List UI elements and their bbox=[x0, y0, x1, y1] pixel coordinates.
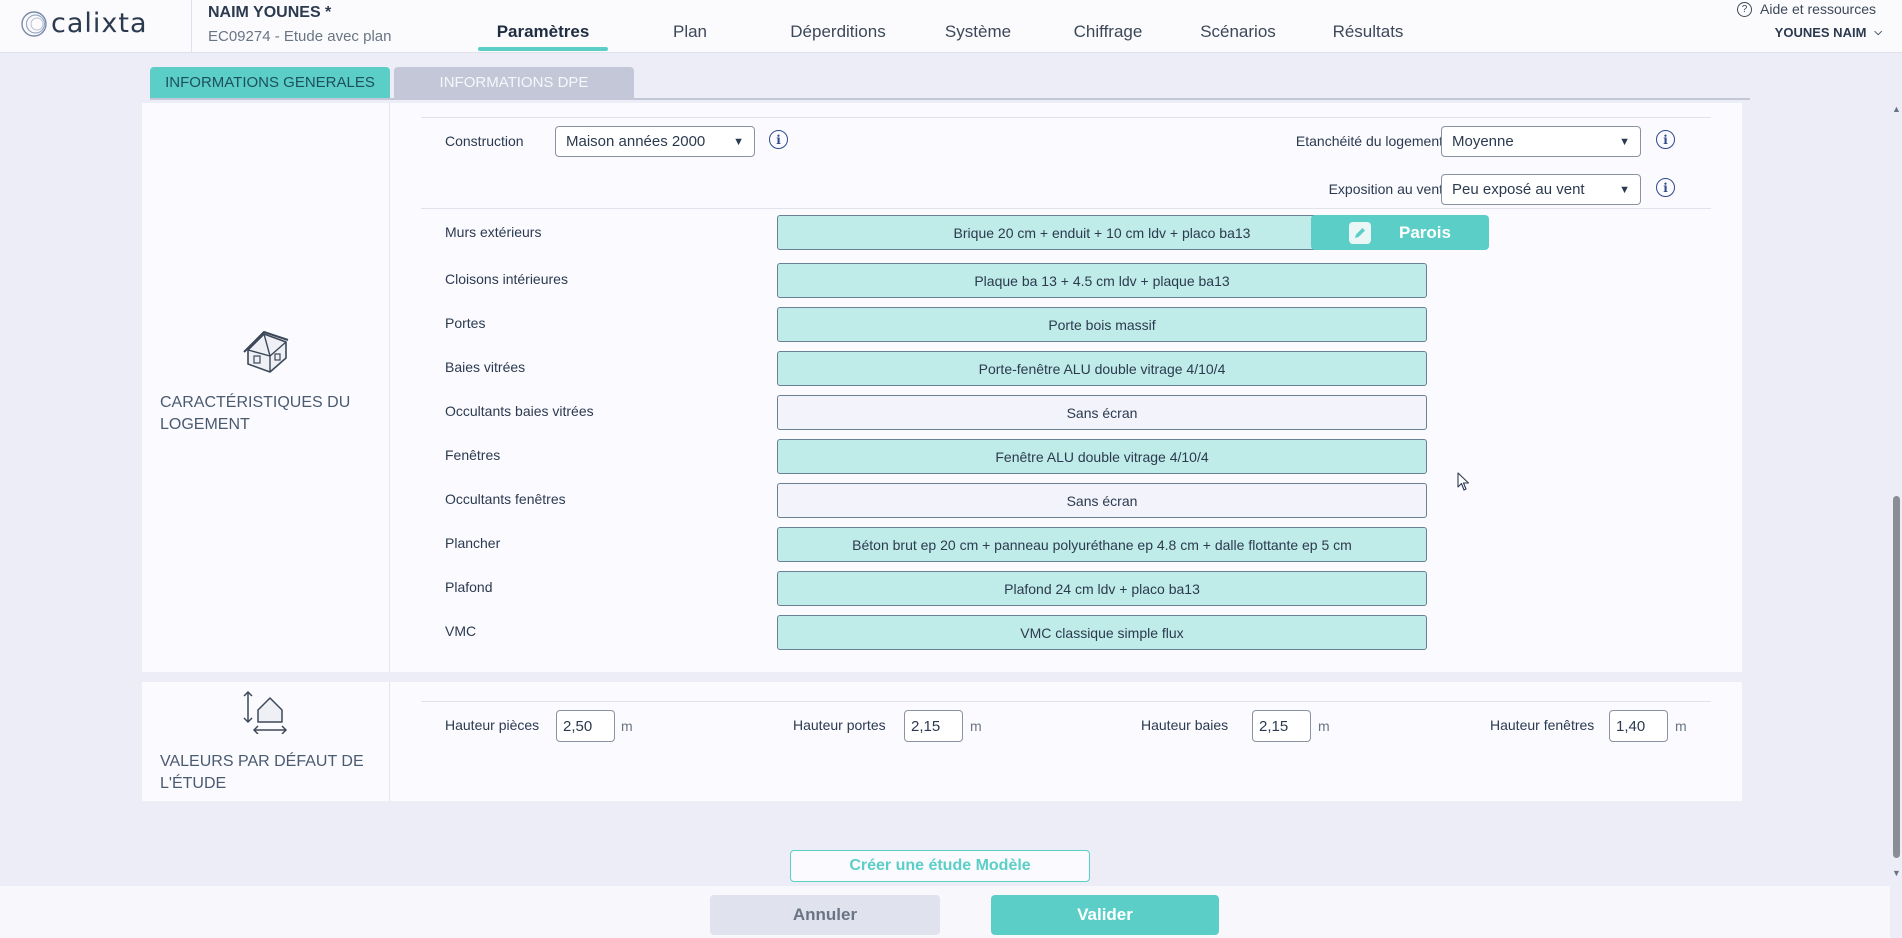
door-height-label: Hauteur portes bbox=[793, 717, 886, 733]
info-icon[interactable]: i bbox=[1656, 130, 1675, 149]
calixta-logo[interactable]: CALIXTA bbox=[20, 9, 148, 39]
footer-bar bbox=[0, 886, 1890, 938]
tab-informations-dpe[interactable]: INFORMATIONS DPE bbox=[394, 67, 634, 98]
bay-height-unit: m bbox=[1318, 718, 1330, 734]
chevron-down-icon: ▼ bbox=[1619, 135, 1630, 148]
create-template-study-button[interactable]: Créer une étude Modèle bbox=[790, 850, 1090, 882]
component-label: Occultants baies vitrées bbox=[445, 403, 594, 419]
tab-resultats[interactable]: Résultats bbox=[1313, 0, 1423, 53]
defaults-title: VALEURS PAR DÉFAUT DE L'ÉTUDE bbox=[160, 753, 364, 792]
characteristics-section: CARACTÉRISTIQUES DU LOGEMENT Constructio… bbox=[142, 103, 1742, 672]
component-doors[interactable]: Porte bois massif bbox=[777, 307, 1427, 342]
row-divider bbox=[421, 208, 1711, 209]
component-ceiling[interactable]: Plafond 24 cm ldv + placo ba13 bbox=[777, 571, 1427, 606]
pencil-icon bbox=[1349, 221, 1371, 244]
info-subtabs: INFORMATIONS GENERALES INFORMATIONS DPE bbox=[150, 67, 638, 98]
info-icon[interactable]: i bbox=[1656, 178, 1675, 197]
scroll-up-icon[interactable]: ▲ bbox=[1892, 104, 1901, 114]
help-link[interactable]: ? Aide et ressources bbox=[1737, 1, 1876, 17]
door-height-unit: m bbox=[970, 718, 982, 734]
bay-height-label: Hauteur baies bbox=[1141, 717, 1229, 733]
room-height-label: Hauteur pièces bbox=[445, 717, 540, 733]
wind-exposure-value: Peu exposé au vent bbox=[1452, 181, 1585, 198]
tab-scenarios[interactable]: Scénarios bbox=[1183, 0, 1293, 53]
airtightness-select[interactable]: Moyenne ▼ bbox=[1441, 126, 1641, 157]
component-label: Portes bbox=[445, 315, 486, 331]
room-height-input[interactable]: 2,50 bbox=[556, 710, 615, 742]
house-icon bbox=[243, 331, 289, 373]
scrollbar-thumb[interactable] bbox=[1893, 496, 1900, 858]
component-bay-shutters[interactable]: Sans écran bbox=[777, 395, 1427, 430]
door-height-input[interactable]: 2,15 bbox=[904, 710, 963, 742]
header-divider bbox=[191, 0, 192, 53]
scroll-down-icon[interactable]: ▼ bbox=[1892, 868, 1901, 878]
characteristics-title: CARACTÉRISTIQUES DU LOGEMENT bbox=[160, 394, 351, 433]
main-nav: Paramètres Plan Déperditions Système Chi… bbox=[478, 0, 1423, 53]
component-label: Plafond bbox=[445, 579, 493, 595]
tab-systeme[interactable]: Système bbox=[923, 0, 1033, 53]
component-label: Plancher bbox=[445, 535, 501, 551]
component-label: Baies vitrées bbox=[445, 359, 526, 375]
study-identifier: EC09274 - Etude avec plan bbox=[208, 28, 392, 45]
airtightness-value: Moyenne bbox=[1452, 133, 1514, 150]
logo-rings-icon bbox=[21, 11, 47, 37]
wind-exposure-label: Exposition au vent bbox=[1328, 181, 1443, 197]
client-name: NAIM YOUNES * bbox=[208, 4, 332, 21]
component-label: Cloisons intérieures bbox=[445, 271, 568, 287]
airtightness-label: Etanchéité du logement bbox=[1295, 133, 1443, 149]
window-height-input[interactable]: 1,40 bbox=[1609, 710, 1668, 742]
window-height-label: Hauteur fenêtres bbox=[1490, 717, 1595, 733]
room-height-unit: m bbox=[621, 718, 633, 734]
component-label: Murs extérieurs bbox=[445, 224, 542, 240]
component-windows[interactable]: Fenêtre ALU double vitrage 4/10/4 bbox=[777, 439, 1427, 474]
row-divider bbox=[421, 701, 1711, 702]
help-label: Aide et ressources bbox=[1760, 1, 1876, 17]
component-interior-partitions[interactable]: Plaque ba 13 + 4.5 cm ldv + plaque ba13 bbox=[777, 263, 1427, 298]
component-window-shutters[interactable]: Sans écran bbox=[777, 483, 1427, 518]
bay-height-input[interactable]: 2,15 bbox=[1252, 710, 1311, 742]
cancel-button[interactable]: Annuler bbox=[710, 895, 940, 935]
wind-exposure-select[interactable]: Peu exposé au vent ▼ bbox=[1441, 174, 1641, 205]
chevron-down-icon: ▼ bbox=[733, 135, 744, 148]
component-bay-windows[interactable]: Porte-fenêtre ALU double vitrage 4/10/4 bbox=[777, 351, 1427, 386]
construction-value: Maison années 2000 bbox=[566, 133, 706, 150]
logo-text: CALIXTA bbox=[51, 8, 148, 39]
parois-label: Parois bbox=[1399, 222, 1451, 242]
validate-button[interactable]: Valider bbox=[991, 895, 1219, 935]
tab-parametres[interactable]: Paramètres bbox=[478, 0, 608, 53]
subtab-divider bbox=[150, 98, 1750, 100]
component-label: Occultants fenêtres bbox=[445, 491, 566, 507]
mouse-cursor-icon bbox=[1457, 472, 1470, 491]
construction-select[interactable]: Maison années 2000 ▼ bbox=[555, 126, 755, 157]
component-vmc[interactable]: VMC classique simple flux bbox=[777, 615, 1427, 650]
window-height-unit: m bbox=[1675, 718, 1687, 734]
top-header: CALIXTA NAIM YOUNES * EC09274 - Etude av… bbox=[0, 0, 1902, 53]
characteristics-label-panel: CARACTÉRISTIQUES DU LOGEMENT bbox=[142, 103, 390, 672]
component-label: VMC bbox=[445, 623, 477, 639]
component-floor[interactable]: Béton brut ep 20 cm + panneau polyurétha… bbox=[777, 527, 1427, 562]
info-icon[interactable]: i bbox=[769, 130, 788, 149]
account-menu[interactable]: YOUNES NAIM ⌵ bbox=[1775, 25, 1882, 40]
chevron-down-icon: ⌵ bbox=[1874, 27, 1882, 38]
defaults-section: VALEURS PAR DÉFAUT DE L'ÉTUDE Hauteur pi… bbox=[142, 682, 1742, 801]
house-dimensions-icon bbox=[243, 690, 288, 734]
defaults-label-panel: VALEURS PAR DÉFAUT DE L'ÉTUDE bbox=[142, 682, 390, 801]
construction-label: Construction bbox=[445, 133, 524, 149]
parois-button[interactable]: Parois bbox=[1311, 215, 1489, 250]
component-label: Fenêtres bbox=[445, 447, 501, 463]
account-name: YOUNES NAIM bbox=[1774, 25, 1867, 40]
chevron-down-icon: ▼ bbox=[1619, 183, 1630, 196]
row-divider bbox=[421, 117, 1711, 118]
tab-deperditions[interactable]: Déperditions bbox=[773, 0, 903, 53]
tab-chiffrage[interactable]: Chiffrage bbox=[1053, 0, 1163, 53]
help-icon: ? bbox=[1737, 1, 1753, 17]
tab-informations-generales[interactable]: INFORMATIONS GENERALES bbox=[150, 67, 390, 98]
tab-plan[interactable]: Plan bbox=[627, 0, 753, 53]
